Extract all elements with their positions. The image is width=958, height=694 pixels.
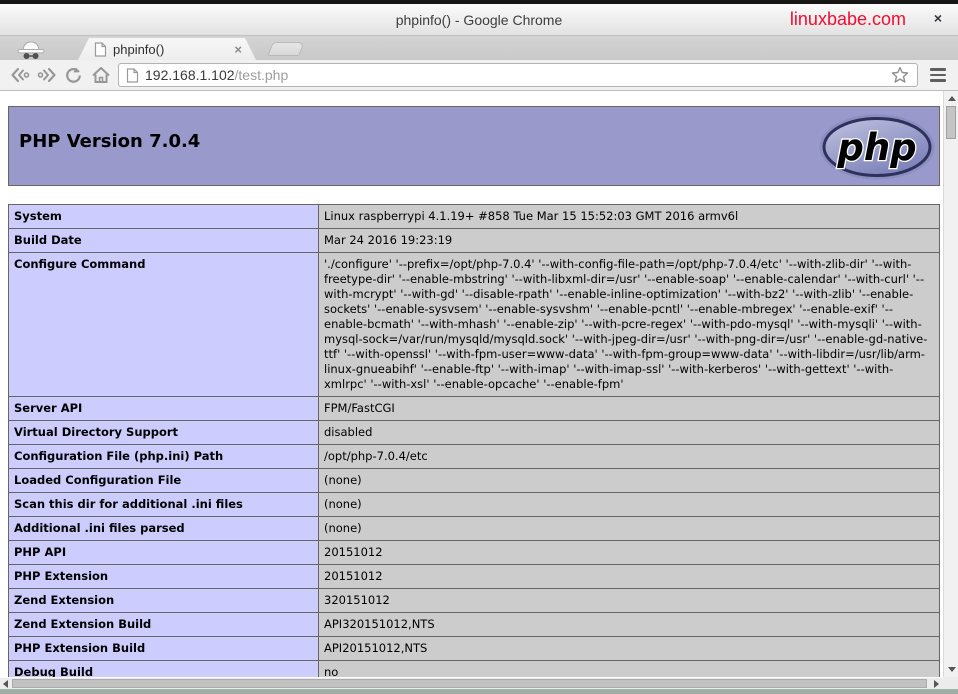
table-row: Zend Extension320151012 [9, 589, 940, 613]
php-logo: php [818, 113, 936, 185]
scroll-up-icon[interactable] [948, 96, 956, 101]
tab-close-icon[interactable]: × [234, 43, 242, 56]
chrome-menu-button[interactable] [924, 62, 952, 88]
info-value: (none) [319, 469, 940, 493]
info-value: Mar 24 2016 19:23:19 [319, 229, 940, 253]
vertical-scrollbar[interactable] [943, 91, 958, 677]
info-label: PHP Extension Build [9, 637, 319, 661]
table-row: Server APIFPM/FastCGI [9, 397, 940, 421]
php-version-title: PHP Version 7.0.4 [9, 107, 939, 152]
info-label: System [9, 205, 319, 229]
info-label: Zend Extension [9, 589, 319, 613]
scrollbar-corner [943, 677, 958, 689]
table-row: Debug Buildno [9, 661, 940, 678]
php-info-table: SystemLinux raspberrypi 4.1.19+ #858 Tue… [8, 204, 940, 677]
info-value: (none) [319, 493, 940, 517]
info-value: 20151012 [319, 565, 940, 589]
browser-window: phpinfo() - Google Chrome linuxbabe.com … [0, 0, 958, 694]
info-label: Configuration File (php.ini) Path [9, 445, 319, 469]
info-label: Configure Command [9, 253, 319, 397]
table-row: PHP Extension BuildAPI20151012,NTS [9, 637, 940, 661]
info-label: Loaded Configuration File [9, 469, 319, 493]
horizontal-scrollbar[interactable] [0, 677, 943, 689]
info-label: Additional .ini files parsed [9, 517, 319, 541]
url-text[interactable]: 192.168.1.102/test.php [145, 67, 288, 83]
table-row: SystemLinux raspberrypi 4.1.19+ #858 Tue… [9, 205, 940, 229]
window-title: phpinfo() - Google Chrome [396, 12, 563, 28]
forward-icon [36, 65, 58, 85]
star-icon [890, 65, 910, 85]
horizontal-scroll-thumb[interactable] [12, 679, 927, 688]
info-label: PHP API [9, 541, 319, 565]
menu-icon [930, 68, 946, 71]
window-close-button[interactable]: × [934, 11, 942, 25]
info-value: disabled [319, 421, 940, 445]
navigation-toolbar: 192.168.1.102/test.php [0, 60, 958, 91]
forward-button[interactable] [33, 62, 60, 88]
table-row: Zend Extension BuildAPI320151012,NTS [9, 613, 940, 637]
home-button[interactable] [87, 62, 114, 88]
info-value: 320151012 [319, 589, 940, 613]
info-label: PHP Extension [9, 565, 319, 589]
table-row: Configuration File (php.ini) Path/opt/ph… [9, 445, 940, 469]
info-value: Linux raspberrypi 4.1.19+ #858 Tue Mar 1… [319, 205, 940, 229]
info-label: Virtual Directory Support [9, 421, 319, 445]
vertical-scroll-thumb[interactable] [946, 106, 956, 139]
browser-viewport: PHP Version 7.0.4 php [0, 91, 958, 689]
back-icon [9, 65, 31, 85]
desktop-bottom-edge [0, 689, 958, 694]
info-value: API20151012,NTS [319, 637, 940, 661]
table-row: Build DateMar 24 2016 19:23:19 [9, 229, 940, 253]
new-tab-button[interactable] [267, 42, 305, 56]
phpinfo-page: PHP Version 7.0.4 php [0, 91, 943, 677]
tab-favicon-page-icon [94, 42, 107, 57]
incognito-icon [0, 36, 62, 60]
table-row: Scan this dir for additional .ini files(… [9, 493, 940, 517]
info-label: Zend Extension Build [9, 613, 319, 637]
scroll-down-icon[interactable] [948, 667, 956, 672]
table-row: Configure Command'./configure' '--prefix… [9, 253, 940, 397]
reload-icon [63, 65, 84, 85]
info-value: /opt/php-7.0.4/etc [319, 445, 940, 469]
svg-text:php: php [836, 126, 916, 169]
info-label: Debug Build [9, 661, 319, 678]
info-value: no [319, 661, 940, 678]
info-label: Build Date [9, 229, 319, 253]
back-button[interactable] [6, 62, 33, 88]
info-value: './configure' '--prefix=/opt/php-7.0.4' … [319, 253, 940, 397]
php-version-header: PHP Version 7.0.4 php [8, 106, 940, 186]
table-row: PHP API20151012 [9, 541, 940, 565]
address-bar[interactable]: 192.168.1.102/test.php [118, 63, 918, 87]
url-host: 192.168.1.102 [145, 67, 235, 83]
table-row: Additional .ini files parsed(none) [9, 517, 940, 541]
info-label: Server API [9, 397, 319, 421]
reload-button[interactable] [60, 62, 87, 88]
info-value: API320151012,NTS [319, 613, 940, 637]
watermark-text: linuxbabe.com [790, 9, 906, 30]
page-icon [126, 68, 139, 83]
info-value: (none) [319, 517, 940, 541]
scroll-right-icon[interactable] [934, 680, 939, 688]
scroll-left-icon[interactable] [3, 680, 8, 688]
info-value: 20151012 [319, 541, 940, 565]
info-value: FPM/FastCGI [319, 397, 940, 421]
table-row: PHP Extension20151012 [9, 565, 940, 589]
url-path: /test.php [235, 67, 289, 83]
info-label: Scan this dir for additional .ini files [9, 493, 319, 517]
bookmark-star-button[interactable] [890, 65, 910, 85]
titlebar[interactable]: phpinfo() - Google Chrome linuxbabe.com … [0, 4, 958, 36]
tab-phpinfo[interactable]: phpinfo() × [78, 38, 256, 60]
home-icon [90, 65, 112, 85]
tab-strip: phpinfo() × [0, 36, 958, 60]
table-row: Virtual Directory Supportdisabled [9, 421, 940, 445]
table-row: Loaded Configuration File(none) [9, 469, 940, 493]
tab-title: phpinfo() [113, 42, 228, 57]
